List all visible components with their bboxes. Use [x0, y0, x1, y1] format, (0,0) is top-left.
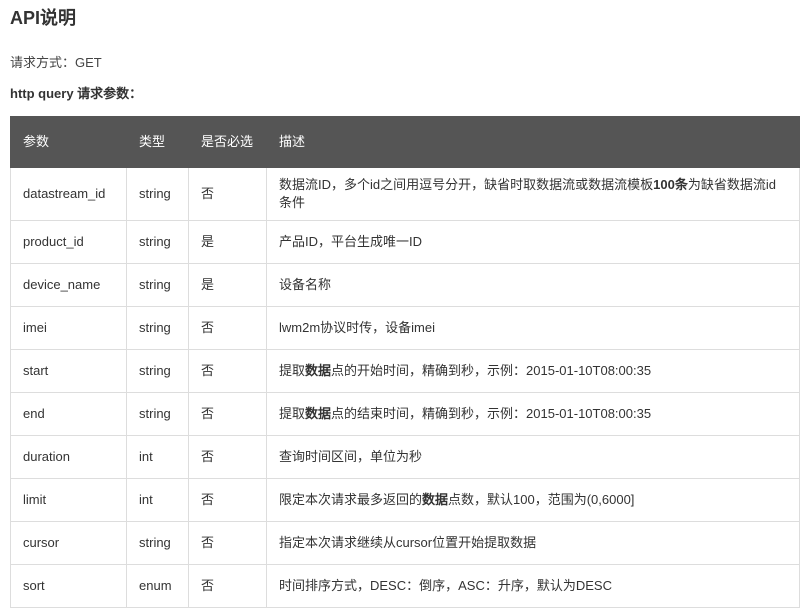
param-type: int: [126, 435, 189, 479]
param-description: 提取数据点的结束时间，精确到秒，示例：2015-01-10T08:00:35: [266, 392, 800, 436]
table-row: start string 否 提取数据点的开始时间，精确到秒，示例：2015-0…: [10, 349, 800, 393]
param-name: start: [10, 349, 127, 393]
param-required: 否: [188, 306, 267, 350]
table-row: sort enum 否 时间排序方式，DESC：倒序，ASC：升序，默认为DES…: [10, 564, 800, 608]
param-name: end: [10, 392, 127, 436]
param-name: device_name: [10, 263, 127, 307]
table-row: limit int 否 限定本次请求最多返回的数据点数，默认100，范围为(0,…: [10, 478, 800, 522]
param-name: sort: [10, 564, 127, 608]
param-description: 设备名称: [266, 263, 800, 307]
header-param: 参数: [10, 116, 127, 168]
param-required: 否: [188, 435, 267, 479]
param-type: enum: [126, 564, 189, 608]
param-description: lwm2m协议时传，设备imei: [266, 306, 800, 350]
param-description: 时间排序方式，DESC：倒序，ASC：升序，默认为DESC: [266, 564, 800, 608]
header-description: 描述: [266, 116, 800, 168]
table-row: duration int 否 查询时间区间，单位为秒: [10, 435, 800, 479]
param-name: imei: [10, 306, 127, 350]
param-required: 否: [188, 349, 267, 393]
param-type: int: [126, 478, 189, 522]
header-type: 类型: [126, 116, 189, 168]
api-params-table: 参数 类型 是否必选 描述 datastream_id string 否 数据流…: [10, 116, 800, 608]
param-name: datastream_id: [10, 167, 127, 221]
page-title: API说明: [10, 8, 77, 28]
param-required: 否: [188, 521, 267, 565]
query-params-heading: http query 请求参数：: [10, 86, 143, 101]
param-required: 是: [188, 220, 267, 264]
request-method-text: 请求方式：GET: [10, 55, 102, 70]
table-row: device_name string 是 设备名称: [10, 263, 800, 307]
param-type: string: [126, 521, 189, 565]
param-name: duration: [10, 435, 127, 479]
param-name: limit: [10, 478, 127, 522]
param-required: 否: [188, 392, 267, 436]
table-row: end string 否 提取数据点的结束时间，精确到秒，示例：2015-01-…: [10, 392, 800, 436]
param-required: 否: [188, 167, 267, 221]
param-required: 否: [188, 564, 267, 608]
header-required: 是否必选: [188, 116, 267, 168]
table-row: imei string 否 lwm2m协议时传，设备imei: [10, 306, 800, 350]
param-description: 限定本次请求最多返回的数据点数，默认100，范围为(0,6000]: [266, 478, 800, 522]
param-description: 提取数据点的开始时间，精确到秒，示例：2015-01-10T08:00:35: [266, 349, 800, 393]
param-type: string: [126, 220, 189, 264]
param-type: string: [126, 263, 189, 307]
param-name: cursor: [10, 521, 127, 565]
table-row: datastream_id string 否 数据流ID，多个id之间用逗号分开…: [10, 167, 800, 221]
param-description: 查询时间区间，单位为秒: [266, 435, 800, 479]
table-row: product_id string 是 产品ID，平台生成唯一ID: [10, 220, 800, 264]
param-name: product_id: [10, 220, 127, 264]
param-type: string: [126, 306, 189, 350]
param-description: 数据流ID，多个id之间用逗号分开，缺省时取数据流或数据流模板100条为缺省数据…: [266, 167, 800, 221]
table-header-row: 参数 类型 是否必选 描述: [10, 116, 800, 168]
param-description: 产品ID，平台生成唯一ID: [266, 220, 800, 264]
param-type: string: [126, 392, 189, 436]
param-type: string: [126, 349, 189, 393]
param-description: 指定本次请求继续从cursor位置开始提取数据: [266, 521, 800, 565]
param-required: 否: [188, 478, 267, 522]
param-required: 是: [188, 263, 267, 307]
param-type: string: [126, 167, 189, 221]
table-row: cursor string 否 指定本次请求继续从cursor位置开始提取数据: [10, 521, 800, 565]
